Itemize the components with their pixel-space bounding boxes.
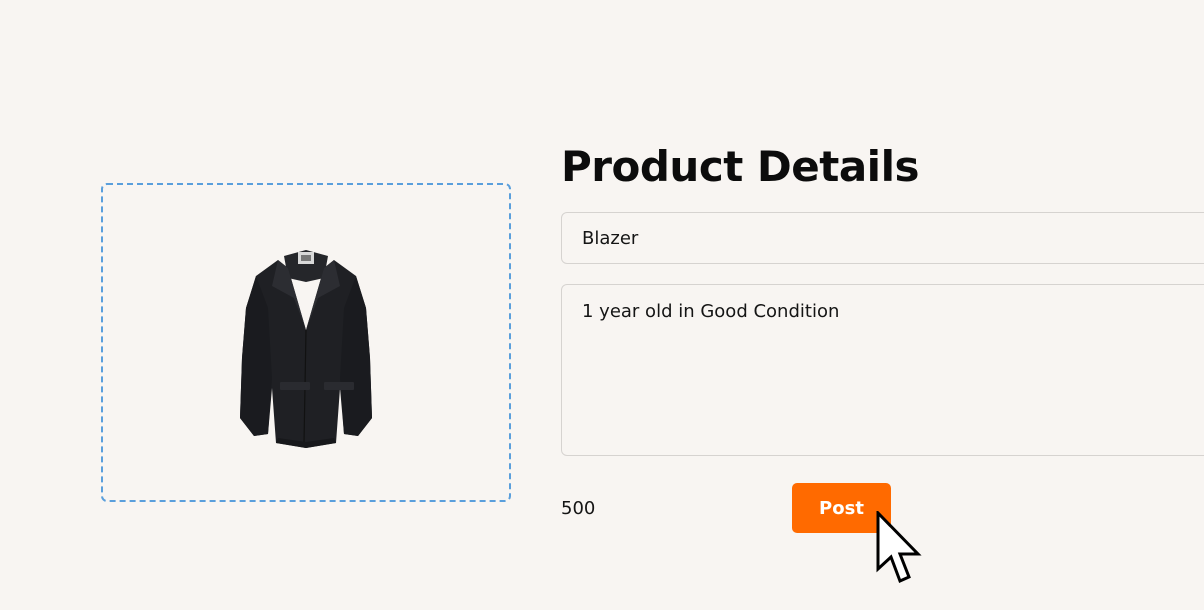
post-button[interactable]: Post	[792, 483, 891, 533]
page-title: Product Details	[561, 142, 919, 191]
blazer-product-image	[240, 249, 372, 448]
price-value: 500	[561, 498, 596, 519]
product-page: Product Details 1 year old in Good Condi…	[0, 0, 1204, 610]
product-description-input[interactable]: 1 year old in Good Condition	[561, 284, 1204, 456]
image-upload-dropzone[interactable]	[101, 183, 511, 502]
product-name-input[interactable]	[561, 212, 1204, 264]
